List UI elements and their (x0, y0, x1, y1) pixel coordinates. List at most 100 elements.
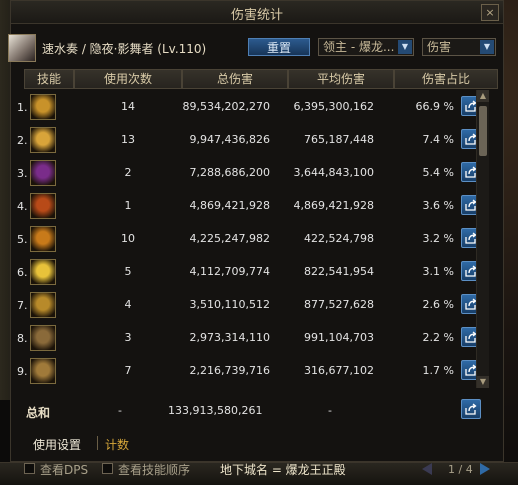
total-damage: 2,216,739,716 (189, 364, 270, 377)
scrollbar-thumb[interactable] (479, 106, 487, 156)
row-index: 4. (17, 200, 28, 213)
reset-button[interactable]: 重置 (248, 38, 310, 56)
row-index: 7. (17, 299, 28, 312)
table-row: 2. 13 9,947,436,826 765,187,448 7.4 % (10, 123, 481, 156)
use-count: 14 (121, 100, 135, 113)
page-indicator: 1 / 4 (448, 463, 473, 476)
skill-icon (30, 160, 56, 186)
total-damage: 9,947,436,826 (189, 133, 270, 146)
title-bar[interactable]: 伤害统计 × (11, 1, 503, 24)
skill-icon (30, 226, 56, 252)
damage-share: 5.4 % (422, 166, 454, 179)
total-damage: 4,225,247,982 (189, 232, 270, 245)
use-count: 13 (121, 133, 135, 146)
column-header-pct[interactable]: 伤害占比 (394, 69, 498, 89)
damage-share: 7.4 % (422, 133, 454, 146)
column-header-total[interactable]: 总伤害 (182, 69, 288, 89)
scroll-up-icon[interactable]: ▲ (477, 90, 489, 102)
skill-icon (30, 193, 56, 219)
damage-share: 3.2 % (422, 232, 454, 245)
total-damage: 2,973,314,110 (189, 331, 270, 344)
dps-checkbox[interactable] (24, 463, 35, 474)
skill-order-checkbox[interactable] (102, 463, 113, 474)
character-name: 速水奏 / 隐夜·影舞者 (Lv.110) (42, 42, 207, 56)
use-count: 4 (124, 298, 132, 311)
table-row: 7. 4 3,510,110,512 877,527,628 2.6 % (10, 288, 481, 321)
damage-share: 1.7 % (422, 364, 454, 377)
skill-icon (30, 94, 56, 120)
prev-page-icon[interactable] (422, 463, 432, 475)
average-damage: 877,527,628 (304, 298, 374, 311)
skill-icon (30, 358, 56, 384)
use-count: 2 (124, 166, 132, 179)
use-count: 3 (124, 331, 132, 344)
use-count: 10 (121, 232, 135, 245)
table-scrollbar[interactable]: ▲ ▼ (476, 90, 489, 388)
damage-share: 3.1 % (422, 265, 454, 278)
table-row: 1. 14 89,534,202,270 6,395,300,162 66.9 … (10, 90, 481, 123)
close-button[interactable]: × (481, 4, 499, 21)
damage-share: 2.6 % (422, 298, 454, 311)
row-index: 3. (17, 167, 28, 180)
skill-icon (30, 325, 56, 351)
total-damage: 89,534,202,270 (182, 100, 270, 113)
table-row: 3. 2 7,288,686,200 3,644,843,100 5.4 % (10, 156, 481, 189)
column-header-avg[interactable]: 平均伤害 (288, 69, 394, 89)
next-page-icon[interactable] (480, 463, 490, 475)
damage-share: 3.6 % (422, 199, 454, 212)
average-damage: 765,187,448 (304, 133, 374, 146)
use-count: 7 (124, 364, 132, 377)
skill-order-checkbox-label: 查看技能顺序 (118, 463, 191, 477)
share-button[interactable] (461, 399, 481, 419)
average-damage: 4,869,421,928 (293, 199, 374, 212)
metric-select-value: 伤害 (427, 40, 452, 54)
window-title: 伤害统计 (230, 8, 283, 23)
use-count: 5 (124, 265, 132, 278)
average-damage: 6,395,300,162 (293, 100, 374, 113)
row-index: 8. (17, 332, 28, 345)
row-index: 6. (17, 266, 28, 279)
table-row: 8. 3 2,973,314,110 991,104,703 2.2 % (10, 321, 481, 354)
table-row: 9. 7 2,216,739,716 316,677,102 1.7 % (10, 354, 481, 387)
table-row: 6. 5 4,112,709,774 822,541,954 3.1 % (10, 255, 481, 288)
tab-count[interactable]: 计数 (105, 436, 129, 453)
total-count: - (118, 404, 122, 417)
total-damage: 7,288,686,200 (189, 166, 270, 179)
skill-icon (30, 259, 56, 285)
metric-select[interactable]: 伤害 ▼ (422, 38, 496, 56)
average-damage: 422,524,798 (304, 232, 374, 245)
row-index: 9. (17, 365, 28, 378)
table-row: 4. 1 4,869,421,928 4,869,421,928 3.6 % (10, 189, 481, 222)
dps-checkbox-label: 查看DPS (40, 463, 89, 477)
dungeon-name: 地下城名 = 爆龙王正殿 (220, 463, 346, 477)
column-header-count[interactable]: 使用次数 (74, 69, 182, 89)
average-damage: 3,644,843,100 (293, 166, 374, 179)
skill-icon (30, 127, 56, 153)
total-label: 总和 (26, 406, 51, 420)
target-select-value: 领主 - 爆龙... (323, 40, 395, 54)
average-damage: 316,677,102 (304, 364, 374, 377)
total-damage: 3,510,110,512 (189, 298, 270, 311)
share-icon (465, 403, 477, 415)
total-average: - (328, 404, 332, 417)
column-header-skill[interactable]: 技能 (24, 69, 74, 89)
character-avatar (8, 34, 36, 62)
use-count: 1 (124, 199, 132, 212)
tab-divider (97, 436, 98, 450)
average-damage: 822,541,954 (304, 265, 374, 278)
row-index: 2. (17, 134, 28, 147)
scroll-down-icon[interactable]: ▼ (477, 376, 489, 388)
chevron-down-icon: ▼ (398, 40, 412, 54)
target-select[interactable]: 领主 - 爆龙... ▼ (318, 38, 414, 56)
average-damage: 991,104,703 (304, 331, 374, 344)
row-index: 1. (17, 101, 28, 114)
total-damage: 4,112,709,774 (189, 265, 270, 278)
total-damage: 4,869,421,928 (189, 199, 270, 212)
damage-share: 2.2 % (422, 331, 454, 344)
skill-icon (30, 292, 56, 318)
damage-share: 66.9 % (415, 100, 454, 113)
table-row: 5. 10 4,225,247,982 422,524,798 3.2 % (10, 222, 481, 255)
row-index: 5. (17, 233, 28, 246)
total-damage-sum: 133,913,580,261 (168, 404, 263, 417)
tab-settings[interactable]: 使用设置 (33, 436, 81, 453)
